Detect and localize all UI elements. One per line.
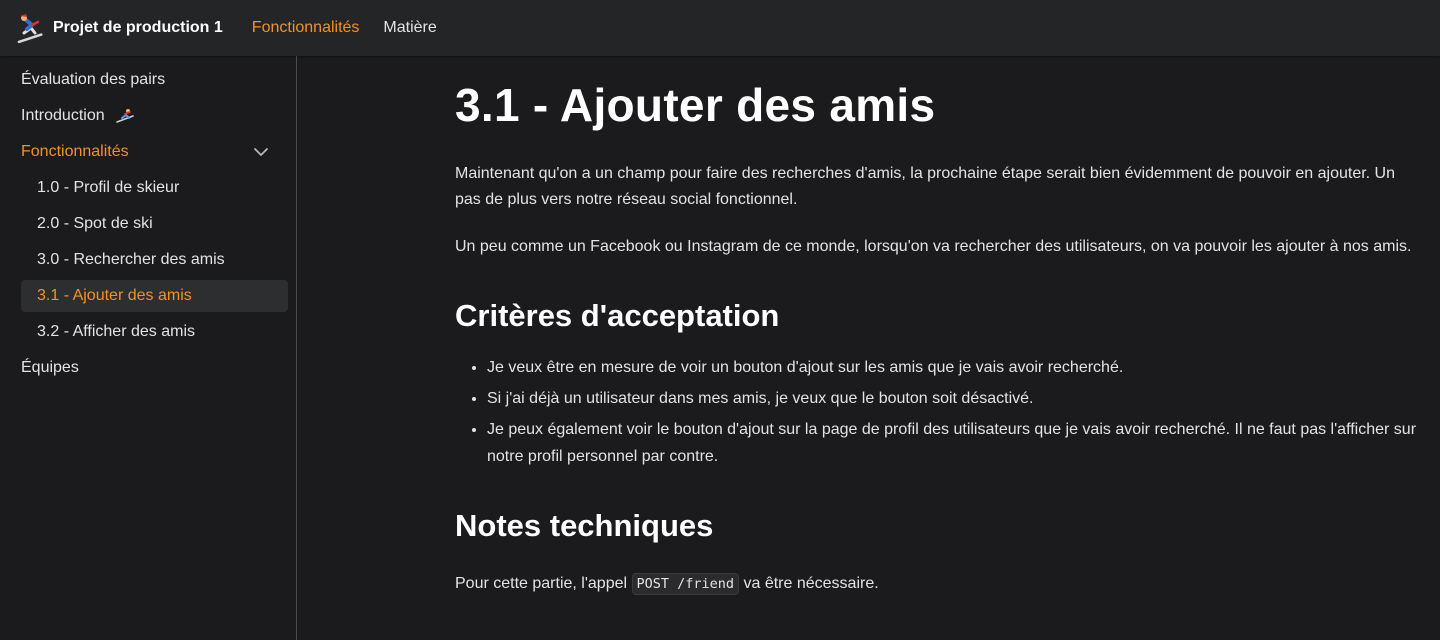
chevron-down-icon[interactable] [252,143,270,161]
sidebar-category-fonctionnalites[interactable]: Fonctionnalités [8,136,288,168]
sidebar-item-label: Introduction [21,107,105,125]
notes-heading: Notes techniques [455,508,714,543]
criteria-list: Je veux être en mesure de voir un bouton… [455,354,1416,470]
list-item: Si j'ai déjà un utilisateur dans mes ami… [487,385,1416,412]
sidebar-item-equipes[interactable]: Équipes [8,352,288,384]
list-item: Je peux également voir le bouton d'ajout… [487,416,1416,470]
sidebar-item-profil-de-skieur[interactable]: 1.0 - Profil de skieur [8,172,288,204]
skier-logo-icon [17,14,43,44]
list-item: Je veux être en mesure de voir un bouton… [487,354,1416,381]
notes-text-after: va être nécessaire. [739,575,879,592]
sidebar-item-label: 3.2 - Afficher des amis [37,323,195,340]
notes-paragraph: Pour cette partie, l'appel POST /friend … [455,571,1416,597]
sidebar-item-label: Évaluation des pairs [21,71,166,88]
criteria-heading: Critères d'acceptation [455,298,780,333]
sidebar-item-label-wrap: Introduction [21,107,135,125]
api-endpoint-code: POST /friend [631,573,740,595]
sidebar-item-label: 1.0 - Profil de skieur [37,179,180,196]
sidebar-item-label: 3.0 - Rechercher des amis [37,251,225,268]
main-content: 3.1 - Ajouter des amis Maintenant qu'on … [298,56,1440,640]
page-title: 3.1 - Ajouter des amis [455,79,936,131]
sidebar-item-rechercher-des-amis[interactable]: 3.0 - Rechercher des amis [8,244,288,276]
sidebar-item-afficher-des-amis[interactable]: 3.2 - Afficher des amis [8,316,288,348]
sidebar-item-ajouter-des-amis[interactable]: 3.1 - Ajouter des amis [21,280,288,312]
sidebar: Évaluation des pairs Introduction Foncti… [0,56,297,640]
sidebar-item-introduction[interactable]: Introduction [8,100,288,132]
nav-link-fonctionnalites[interactable]: Fonctionnalités [252,19,360,37]
sidebar-item-label: 3.1 - Ajouter des amis [37,287,192,304]
top-navbar: Projet de production 1 Fonctionnalités M… [0,0,1440,56]
sidebar-item-evaluation-des-pairs[interactable]: Évaluation des pairs [8,64,288,96]
sidebar-item-spot-de-ski[interactable]: 2.0 - Spot de ski [8,208,288,240]
brand-link[interactable]: Projet de production 1 [14,12,252,44]
sidebar-item-label: Fonctionnalités [21,143,129,160]
site-title: Projet de production 1 [53,19,223,36]
nav-link-matiere[interactable]: Matière [383,19,436,37]
intro-paragraph-2: Un peu comme un Facebook ou Instagram de… [455,238,1412,255]
sidebar-item-label: 2.0 - Spot de ski [37,215,153,232]
sidebar-item-label: Équipes [21,359,79,376]
skier-icon [116,108,134,123]
notes-text-before: Pour cette partie, l'appel [455,575,632,592]
intro-paragraph-1: Maintenant qu'on a un champ pour faire d… [455,165,1396,208]
